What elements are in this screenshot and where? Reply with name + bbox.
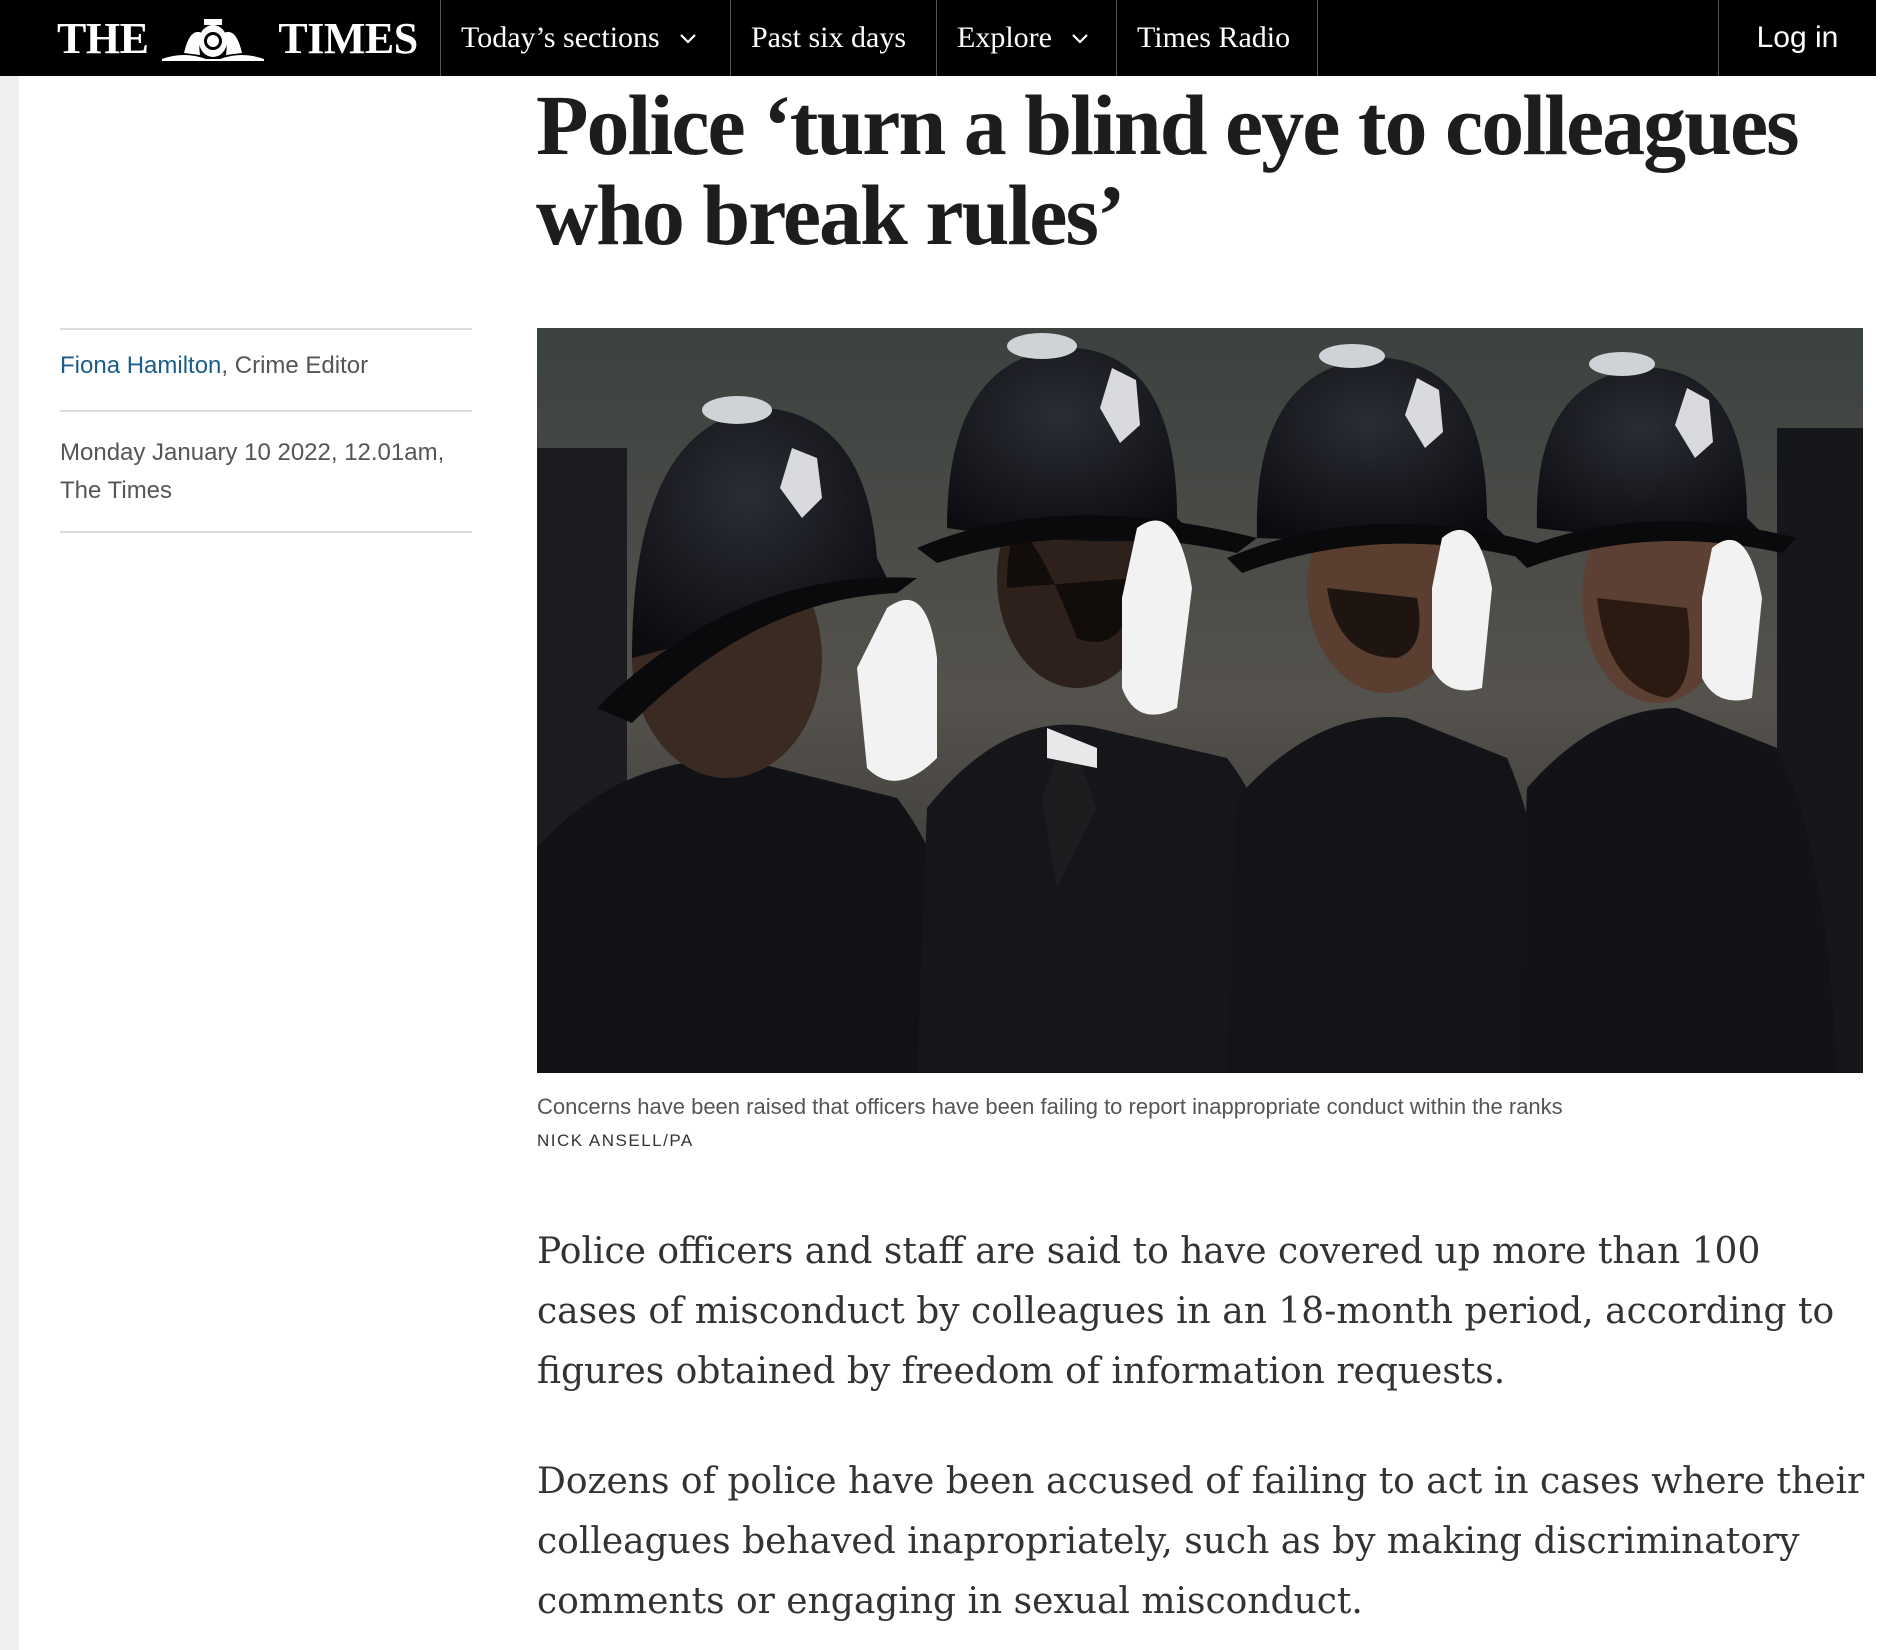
nav-explore-label: Explore xyxy=(957,21,1052,54)
logo-word-times: TIMES xyxy=(278,13,418,63)
author-role: , Crime Editor xyxy=(221,352,369,379)
login-button-label: Log in xyxy=(1756,21,1839,54)
publish-date: Monday January 10 2022, 12.01am, xyxy=(60,439,445,466)
chevron-down-icon xyxy=(679,34,696,44)
article-paragraph: Dozens of police have been accused of fa… xyxy=(537,1461,1865,1622)
publication-name: The Times xyxy=(60,477,173,504)
nav-todays-sections-label: Today’s sections xyxy=(461,21,660,54)
left-margin-strip xyxy=(0,76,19,1650)
article-hero-image xyxy=(537,328,1863,1073)
logo-word-the: THE xyxy=(57,13,149,63)
royal-crest-icon xyxy=(162,19,265,61)
times-logo[interactable]: THE TIMES xyxy=(57,0,418,76)
nav-times-radio-label: Times Radio xyxy=(1137,21,1291,54)
byline-top-divider xyxy=(60,328,472,330)
nav-explore[interactable]: Explore xyxy=(936,0,1116,76)
chevron-down-icon xyxy=(1072,34,1088,44)
nav-todays-sections[interactable]: Today’s sections xyxy=(440,0,730,76)
publish-dateline: Monday January 10 2022, 12.01am, The Tim… xyxy=(60,434,460,510)
article-paragraph: Police officers and staff are said to ha… xyxy=(537,1231,1835,1392)
byline-middle-divider xyxy=(60,410,472,412)
police-officers-saluting-photo xyxy=(537,328,1863,1073)
byline: Fiona Hamilton, Crime Editor xyxy=(60,352,368,380)
byline-bottom-divider xyxy=(60,531,472,533)
nav-past-six-days[interactable]: Past six days xyxy=(730,0,936,76)
image-caption: Concerns have been raised that officers … xyxy=(537,1094,1563,1119)
login-button[interactable]: Log in xyxy=(1718,0,1876,76)
image-credit: NICK ANSELL/PA xyxy=(537,1131,694,1150)
nav-past-six-days-label: Past six days xyxy=(751,21,907,54)
top-navigation: THE TIMES Today’s sections Past six days… xyxy=(0,0,1876,76)
nav-times-radio[interactable]: Times Radio xyxy=(1116,0,1318,76)
article-headline: Police ‘turn a blind eye to colleagues w… xyxy=(536,77,1800,263)
author-link[interactable]: Fiona Hamilton xyxy=(60,352,221,379)
